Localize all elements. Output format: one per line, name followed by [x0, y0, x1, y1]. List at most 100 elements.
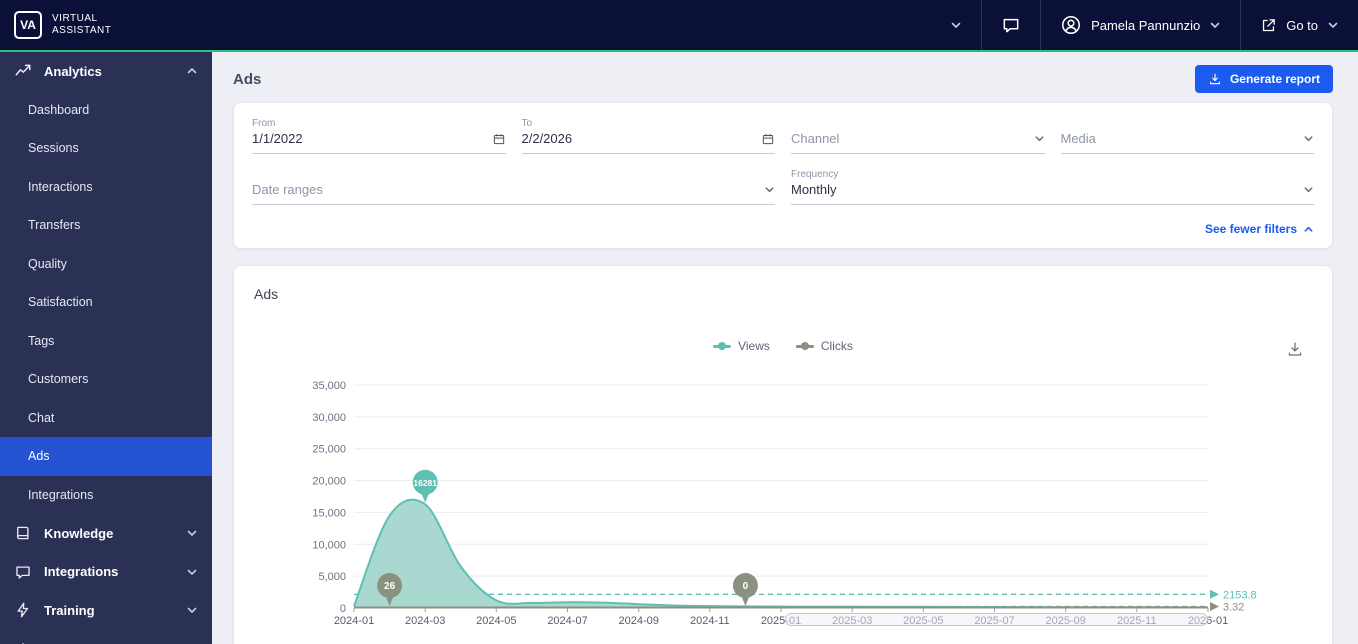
svg-text:0: 0	[743, 581, 749, 592]
chart-range-scrollbar[interactable]	[785, 613, 1208, 626]
sidebar-item-dashboard[interactable]: Dashboard	[0, 91, 212, 130]
main-content: Ads Generate report From 1/1/2022 To 2/2…	[212, 52, 1358, 644]
svg-text:2024-03: 2024-03	[405, 615, 445, 627]
user-name: Pamela Pannunzio	[1091, 17, 1201, 33]
app-brand: VA VIRTUAL ASSISTANT	[0, 0, 111, 50]
sidebar-section-label: Integrations	[44, 564, 119, 580]
frequency-select[interactable]: Frequency Monthly	[791, 168, 1314, 205]
chart-trend-icon	[14, 62, 32, 80]
see-fewer-filters-link[interactable]: See fewer filters	[252, 222, 1314, 236]
sidebar-section-label: Training	[44, 602, 95, 618]
sidebar-item-customers[interactable]: Customers	[0, 360, 212, 399]
media-select[interactable]: Media	[1060, 117, 1315, 154]
sidebar-item-chat[interactable]: Chat	[0, 399, 212, 438]
user-menu-button[interactable]: Pamela Pannunzio	[1041, 0, 1240, 50]
date-ranges-field-label	[252, 168, 775, 181]
sidebar-item-integrations[interactable]: Integrations	[0, 476, 212, 515]
sidebar-item-tags[interactable]: Tags	[0, 322, 212, 361]
sidebar-item-transfers[interactable]: Transfers	[0, 206, 212, 245]
ads-chart-card: Ads Views Clicks 0 5,000 10,000 15,000 20,000…	[233, 265, 1333, 644]
sidebar-item-sessions[interactable]: Sessions	[0, 129, 212, 168]
see-fewer-filters-label: See fewer filters	[1204, 222, 1297, 236]
channel-placeholder: Channel	[791, 131, 840, 146]
sidebar-item-quality[interactable]: Quality	[0, 245, 212, 284]
chevron-up-icon	[1303, 224, 1314, 235]
from-date-value: 1/1/2022	[252, 131, 303, 146]
to-field-label: To	[521, 118, 533, 129]
svg-text:16281: 16281	[413, 478, 437, 488]
frequency-field-label: Frequency	[791, 169, 839, 180]
svg-text:2024-05: 2024-05	[476, 615, 516, 627]
brand-line1: VIRTUAL	[52, 13, 98, 24]
svg-text:25,000: 25,000	[312, 444, 346, 456]
legend-label: Clicks	[820, 339, 853, 353]
sidebar-section-partial[interactable]	[0, 630, 212, 644]
legend-item-views[interactable]: Views	[713, 339, 770, 353]
legend-marker	[795, 342, 814, 350]
svg-text:20,000: 20,000	[312, 476, 346, 488]
topbar-dropdown-button[interactable]	[931, 0, 981, 50]
to-date-field[interactable]: To 2/2/2026	[521, 117, 775, 154]
sidebar-item-satisfaction[interactable]: Satisfaction	[0, 283, 212, 322]
bolt-icon	[14, 601, 32, 619]
page-header: Ads Generate report	[233, 60, 1333, 98]
sidebar-item-ads[interactable]: Ads	[0, 437, 212, 476]
chevron-down-icon	[1327, 19, 1339, 31]
date-ranges-select[interactable]: Date ranges	[252, 168, 775, 205]
to-date-value: 2/2/2026	[521, 131, 573, 146]
svg-text:35,000: 35,000	[312, 380, 346, 392]
series-line-views	[353, 498, 1209, 609]
chevron-down-icon	[186, 604, 198, 616]
from-field-label: From	[252, 118, 276, 129]
channel-field-label	[791, 117, 1045, 130]
topbar: VA VIRTUAL ASSISTANT Pamela Pannunzio Go…	[0, 0, 1358, 50]
date-ranges-placeholder: Date ranges	[252, 182, 323, 197]
svg-text:2153.8: 2153.8	[1223, 589, 1257, 601]
chart-legend: Views Clicks	[234, 339, 1332, 353]
calendar-icon[interactable]	[492, 132, 506, 146]
sidebar-section-training[interactable]: Training	[0, 591, 212, 630]
download-chart-icon[interactable]	[1286, 340, 1304, 358]
chevron-down-icon	[950, 19, 962, 31]
sidebar-section-label: Knowledge	[44, 525, 114, 541]
sidebar-section-label: Analytics	[44, 63, 102, 79]
svg-text:3.32: 3.32	[1223, 602, 1244, 614]
chevron-down-icon[interactable]	[764, 184, 775, 195]
chart-pin-0: 0	[732, 573, 758, 606]
from-date-field[interactable]: From 1/1/2022	[252, 117, 506, 154]
channel-select[interactable]: Channel	[791, 117, 1045, 154]
bar-chart-icon	[14, 640, 32, 644]
goto-menu-button[interactable]: Go to	[1241, 0, 1358, 50]
calendar-icon[interactable]	[761, 132, 775, 146]
legend-label: Views	[738, 339, 770, 353]
goto-label: Go to	[1286, 17, 1318, 33]
brand-line2: ASSISTANT	[52, 25, 112, 36]
chart-title: Ads	[254, 286, 279, 302]
sidebar-section-knowledge[interactable]: Knowledge	[0, 514, 212, 553]
chevron-down-icon[interactable]	[1303, 133, 1314, 144]
ads-area-chart: 0 5,000 10,000 15,000 20,000 25,000 30,000 35,0…	[312, 380, 1257, 627]
download-icon	[1208, 72, 1222, 86]
chevron-down-icon[interactable]	[1303, 184, 1314, 195]
generate-report-label: Generate report	[1229, 72, 1320, 86]
svg-text:30,000: 30,000	[312, 412, 346, 424]
chevron-up-icon	[186, 65, 198, 77]
sidebar-section-analytics[interactable]: Analytics	[0, 52, 212, 91]
chart-plot: 0 5,000 10,000 15,000 20,000 25,000 30,000 35,0…	[254, 366, 1314, 636]
topbar-actions: Pamela Pannunzio Go to	[931, 0, 1358, 50]
chevron-down-icon[interactable]	[1034, 133, 1045, 144]
media-field-label	[1061, 117, 1315, 130]
svg-text:5,000: 5,000	[318, 571, 346, 583]
sidebar-section-integrations[interactable]: Integrations	[0, 553, 212, 592]
generate-report-button[interactable]: Generate report	[1194, 65, 1333, 93]
sidebar-item-interactions[interactable]: Interactions	[0, 168, 212, 207]
brand-text: VIRTUAL ASSISTANT	[52, 13, 111, 37]
chevron-down-icon	[1209, 19, 1221, 31]
svg-text:10,000: 10,000	[312, 539, 346, 551]
filters-card: From 1/1/2022 To 2/2/2026 Channel Media …	[233, 102, 1333, 249]
svg-text:2024-09: 2024-09	[619, 615, 659, 627]
legend-item-clicks[interactable]: Clicks	[795, 339, 853, 353]
chat-button[interactable]	[982, 0, 1040, 50]
app-logo: VA	[14, 11, 42, 39]
external-link-icon	[1260, 17, 1277, 34]
